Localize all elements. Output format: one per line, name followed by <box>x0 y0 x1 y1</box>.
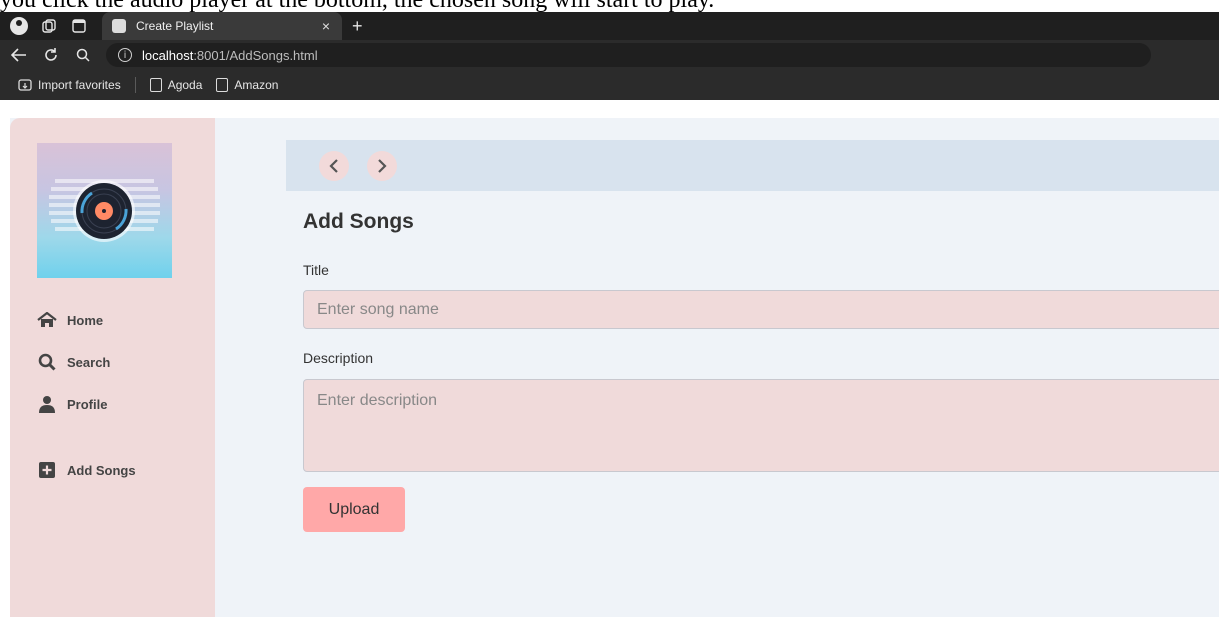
bookmarks-bar: Import favorites Agoda Amazon <box>0 70 1219 100</box>
chevron-right-icon <box>378 159 387 173</box>
page-icon <box>216 78 229 92</box>
address-bar[interactable]: i localhost :8001/AddSongs.html <box>106 43 1151 67</box>
title-label: Title <box>303 262 329 278</box>
refresh-icon[interactable] <box>38 42 64 68</box>
top-navigation-bar <box>286 140 1219 191</box>
bookmark-agoda[interactable]: Agoda <box>149 78 203 92</box>
description-textarea[interactable]: Enter description <box>303 379 1219 472</box>
page-icon <box>149 78 162 92</box>
sidebar-nav: Home Search Profile Add Songs <box>37 310 136 502</box>
document-caption: you click the audio player at the bottom… <box>0 0 715 13</box>
tab-create-playlist[interactable]: Create Playlist × <box>102 12 342 40</box>
url-host: localhost <box>142 47 194 63</box>
tab-actions-icon[interactable] <box>68 15 90 37</box>
bookmark-import-favorites[interactable]: Import favorites <box>18 78 121 92</box>
profile-icon[interactable] <box>8 15 30 37</box>
back-button[interactable] <box>319 151 349 181</box>
tab-close-icon[interactable]: × <box>322 18 330 34</box>
sidebar-item-home[interactable]: Home <box>37 310 136 330</box>
import-favorites-icon <box>18 79 32 91</box>
bookmark-separator <box>134 77 136 93</box>
sidebar-item-search[interactable]: Search <box>37 352 136 372</box>
sidebar-item-label: Home <box>67 312 104 328</box>
home-icon <box>37 311 57 329</box>
page-title: Add Songs <box>303 210 414 233</box>
album-art <box>37 143 172 278</box>
tab-favicon-icon <box>112 19 126 33</box>
bookmark-label: Agoda <box>167 78 203 92</box>
url-path: :8001/AddSongs.html <box>193 47 318 63</box>
chevron-left-icon <box>329 159 338 173</box>
search-icon <box>37 353 57 371</box>
back-arrow-icon[interactable] <box>6 42 32 68</box>
sidebar-item-label: Profile <box>67 396 108 412</box>
sidebar: Home Search Profile Add Songs <box>10 118 215 617</box>
window-edge <box>0 118 10 617</box>
navigation-bar: i localhost :8001/AddSongs.html <box>0 40 1219 70</box>
search-icon[interactable] <box>70 42 96 68</box>
page-viewport: Home Search Profile Add Songs Add Songs … <box>10 118 1219 617</box>
main-content: Add Songs Title Enter song name Descript… <box>286 118 1219 617</box>
site-info-icon[interactable]: i <box>118 48 132 62</box>
sidebar-item-profile[interactable]: Profile <box>37 394 136 414</box>
bookmark-amazon[interactable]: Amazon <box>216 78 278 92</box>
new-tab-icon[interactable]: + <box>352 16 363 37</box>
tab-title: Create Playlist <box>136 19 214 33</box>
tab-strip: Create Playlist × + <box>0 12 1219 40</box>
plus-square-icon <box>37 461 57 479</box>
forward-button[interactable] <box>367 151 397 181</box>
description-label: Description <box>303 350 374 366</box>
song-title-input[interactable]: Enter song name <box>303 290 1219 329</box>
sidebar-item-add-songs[interactable]: Add Songs <box>37 460 136 480</box>
bookmark-label: Import favorites <box>38 78 121 92</box>
bookmark-label: Amazon <box>234 78 279 92</box>
workspaces-icon[interactable] <box>38 15 60 37</box>
upload-button[interactable]: Upload <box>303 487 405 532</box>
browser-chrome: Create Playlist × + i localhost :8001/Ad… <box>0 12 1219 100</box>
sidebar-item-label: Search <box>67 354 111 370</box>
sidebar-item-label: Add Songs <box>67 462 136 478</box>
user-icon <box>37 395 57 413</box>
